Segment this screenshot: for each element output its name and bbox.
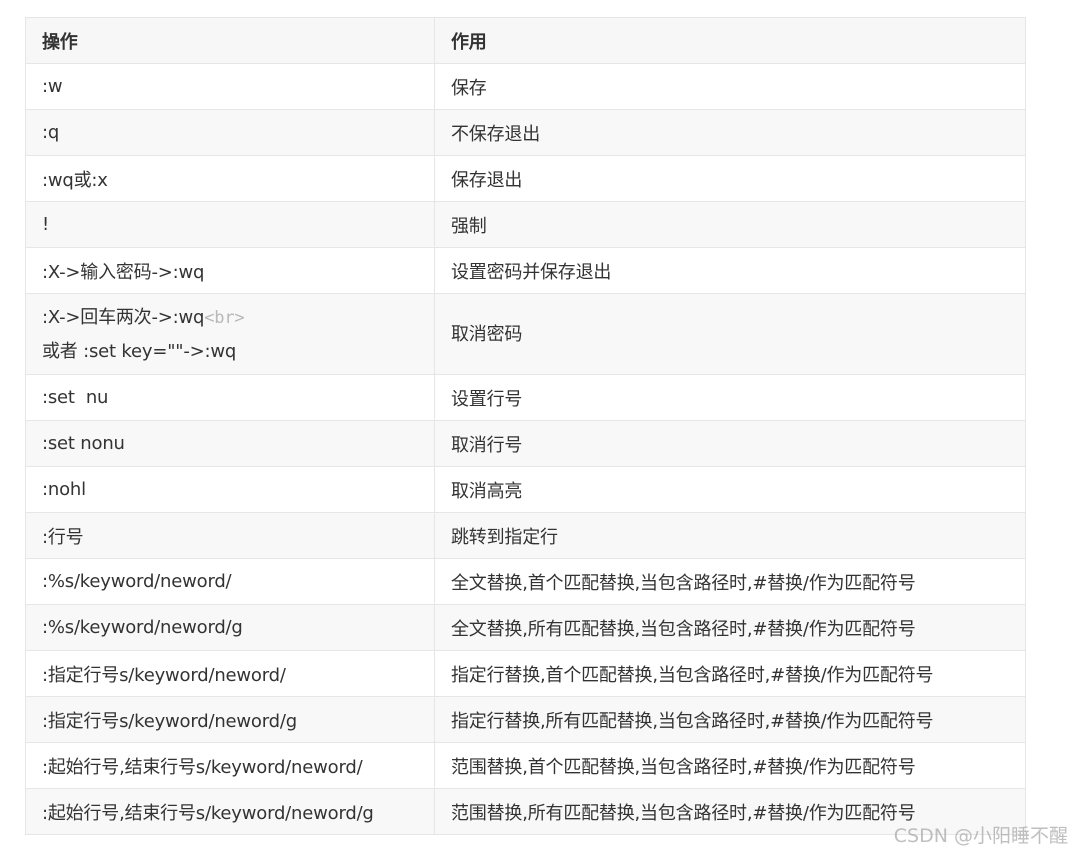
operation-cell: :%s/keyword/neword/g (25, 604, 435, 651)
header-operation: 操作 (25, 17, 435, 64)
effect-cell: 范围替换,首个匹配替换,当包含路径时,#替换/作为匹配符号 (434, 742, 1026, 789)
effect-cell: 指定行替换,所有匹配替换,当包含路径时,#替换/作为匹配符号 (434, 696, 1026, 743)
table-row: :wq或:x 保存退出 (25, 155, 1026, 202)
operation-cell: :X->输入密码->:wq (25, 247, 435, 294)
table-row: :w 保存 (25, 63, 1026, 110)
operation-cell: :指定行号s/keyword/neword/g (25, 696, 435, 743)
table-row: :nohl 取消高亮 (25, 466, 1026, 513)
effect-cell: 指定行替换,首个匹配替换,当包含路径时,#替换/作为匹配符号 (434, 650, 1026, 697)
operation-cell: :起始行号,结束行号s/keyword/neword/g (25, 788, 435, 835)
effect-cell: 跳转到指定行 (434, 512, 1026, 559)
header-effect: 作用 (434, 17, 1026, 64)
operation-cell: :nohl (25, 466, 435, 513)
table-header: 操作 作用 (25, 17, 1026, 64)
effect-cell: 取消密码 (434, 293, 1026, 375)
operation-cell: :%s/keyword/neword/ (25, 558, 435, 605)
operation-text: :set nu (42, 387, 109, 408)
table-row: :%s/keyword/neword/ 全文替换,首个匹配替换,当包含路径时,#… (25, 558, 1026, 605)
csdn-watermark: CSDN @小阳睡不醒 (893, 825, 1068, 847)
operation-cell: :set nu (25, 374, 435, 421)
effect-cell: 保存 (434, 63, 1026, 110)
operation-cell: :起始行号,结束行号s/keyword/neword/ (25, 742, 435, 789)
effect-cell: 全文替换,所有匹配替换,当包含路径时,#替换/作为匹配符号 (434, 604, 1026, 651)
table-row: :行号 跳转到指定行 (25, 512, 1026, 559)
operation-cell: :set nonu (25, 420, 435, 467)
operation-cell: ! (25, 201, 435, 248)
operation-cell: :q (25, 109, 435, 156)
table-body: :w 保存 :q 不保存退出 :wq或:x 保存退出 ! 强制 :X->输入密码… (25, 63, 1026, 835)
effect-cell: 保存退出 (434, 155, 1026, 202)
table-row: :指定行号s/keyword/neword/ 指定行替换,首个匹配替换,当包含路… (25, 650, 1026, 697)
table-row: :起始行号,结束行号s/keyword/neword/g 范围替换,所有匹配替换… (25, 788, 1026, 835)
effect-cell: 取消行号 (434, 420, 1026, 467)
effect-cell: 强制 (434, 201, 1026, 248)
table-row: :X->回车两次->:wq<br> 或者 :set key=""->:wq 取消密… (25, 293, 1026, 375)
table-row: :%s/keyword/neword/g 全文替换,所有匹配替换,当包含路径时,… (25, 604, 1026, 651)
table-row: :X->输入密码->:wq 设置密码并保存退出 (25, 247, 1026, 294)
operation-cell: :行号 (25, 512, 435, 559)
table-row: :set nu 设置行号 (25, 374, 1026, 421)
vim-commands-table: 操作 作用 :w 保存 :q 不保存退出 :wq或:x 保存退出 ! 强制 :X… (25, 17, 1026, 835)
operation-cell: :指定行号s/keyword/neword/ (25, 650, 435, 697)
effect-cell: 取消高亮 (434, 466, 1026, 513)
table-row: :q 不保存退出 (25, 109, 1026, 156)
table-row: ! 强制 (25, 201, 1026, 248)
table-row: :起始行号,结束行号s/keyword/neword/ 范围替换,首个匹配替换,… (25, 742, 1026, 789)
effect-cell: 全文替换,首个匹配替换,当包含路径时,#替换/作为匹配符号 (434, 558, 1026, 605)
table-row: :set nonu 取消行号 (25, 420, 1026, 467)
operation-line-2: 或者 :set key=""->:wq (42, 340, 237, 362)
operation-cell: :wq或:x (25, 155, 435, 202)
operation-line-1: :X->回车两次->:wq (42, 306, 205, 328)
table-row: :指定行号s/keyword/neword/g 指定行替换,所有匹配替换,当包含… (25, 696, 1026, 743)
effect-cell: 设置密码并保存退出 (434, 247, 1026, 294)
operation-cell: :X->回车两次->:wq<br> 或者 :set key=""->:wq (25, 293, 435, 375)
header-row: 操作 作用 (25, 17, 1026, 64)
effect-cell: 设置行号 (434, 374, 1026, 421)
operation-cell: :w (25, 63, 435, 110)
br-tag-text: <br> (204, 307, 245, 328)
effect-cell: 不保存退出 (434, 109, 1026, 156)
